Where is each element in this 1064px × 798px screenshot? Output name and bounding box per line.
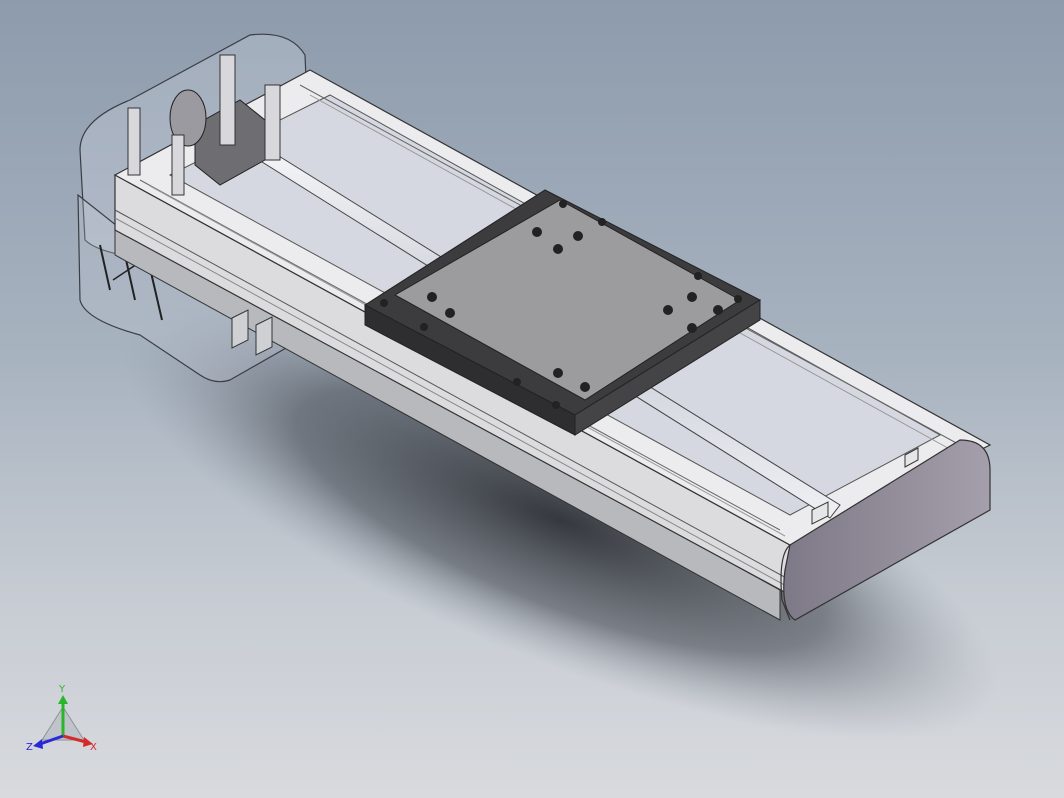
y-axis-label: Y <box>58 684 66 695</box>
y-arrow-icon <box>58 695 68 704</box>
x-axis-label: X <box>90 742 97 753</box>
cad-model-scene[interactable] <box>0 0 1064 798</box>
z-axis-label: Z <box>26 742 33 753</box>
3d-viewport[interactable]: Y X Z <box>0 0 1064 798</box>
z-arrow-icon <box>33 739 43 749</box>
coordinate-triad[interactable]: Y X Z <box>22 682 112 762</box>
